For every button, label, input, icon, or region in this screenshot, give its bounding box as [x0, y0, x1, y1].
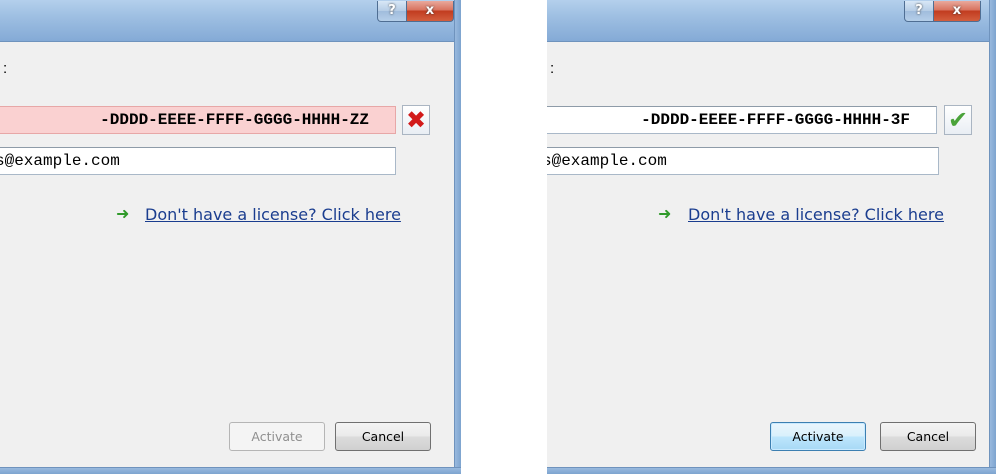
help-button[interactable]: ? — [904, 1, 934, 22]
title-bar: ? x — [547, 0, 996, 42]
close-button[interactable]: x — [406, 1, 454, 22]
cancel-button[interactable]: Cancel — [880, 422, 976, 451]
window-frame-right — [454, 0, 461, 474]
field-label-fragment: : — [550, 60, 555, 77]
activation-dialog-valid: ? x : -DDDD-EEEE-FFFF-GGGG-HHHH-3F ✔ s@e… — [547, 0, 996, 474]
license-key-input[interactable]: -DDDD-EEEE-FFFF-GGGG-HHHH-3F — [547, 106, 937, 134]
green-check-icon: ✔ — [944, 105, 972, 135]
title-bar: ? x — [0, 0, 461, 42]
license-key-value: -DDDD-EEEE-FFFF-GGGG-HHHH-ZZ — [100, 111, 369, 129]
email-value: s@example.com — [547, 152, 667, 170]
green-arrow-icon: ➜ — [116, 204, 130, 223]
email-input[interactable]: s@example.com — [0, 147, 396, 175]
email-value: s@example.com — [0, 152, 120, 170]
help-button[interactable]: ? — [377, 1, 407, 22]
close-button[interactable]: x — [933, 1, 981, 22]
cancel-button[interactable]: Cancel — [335, 422, 431, 451]
field-label-fragment: : — [3, 60, 8, 77]
activate-button[interactable]: Activate — [770, 422, 866, 451]
window-frame-bottom — [547, 467, 996, 474]
license-key-value: -DDDD-EEEE-FFFF-GGGG-HHHH-3F — [641, 111, 910, 129]
email-input[interactable]: s@example.com — [547, 147, 939, 175]
activate-button[interactable]: Activate — [229, 422, 325, 451]
license-link[interactable]: Don't have a license? Click here — [688, 205, 944, 224]
window-frame-bottom — [0, 467, 461, 474]
activation-dialog-invalid: ? x : -DDDD-EEEE-FFFF-GGGG-HHHH-ZZ ✖ s@e… — [0, 0, 461, 474]
license-link[interactable]: Don't have a license? Click here — [145, 205, 401, 224]
window-frame-right — [989, 0, 996, 474]
license-key-input[interactable]: -DDDD-EEEE-FFFF-GGGG-HHHH-ZZ — [0, 106, 396, 134]
red-x-icon: ✖ — [402, 105, 430, 135]
green-arrow-icon: ➜ — [658, 204, 672, 223]
